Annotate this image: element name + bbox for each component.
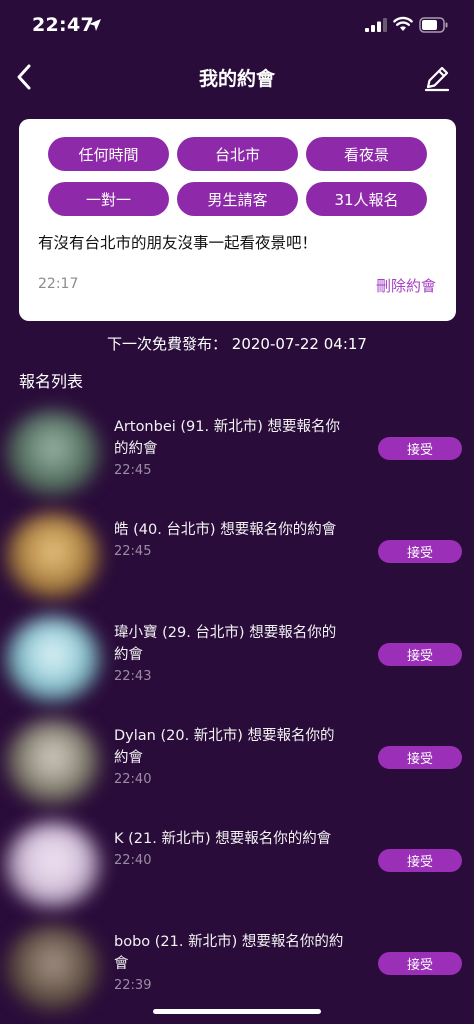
list-item: Artonbei (91. 新北市) 想要報名你 的約會 22:45 接受 — [0, 402, 474, 505]
applicant-line-1: Dylan (20. 新北市) 想要報名你的 — [114, 728, 335, 744]
applicant-line-1: Artonbei (91. 新北市) 想要報名你 — [114, 419, 340, 435]
page-title: 我的約會 — [198, 68, 275, 90]
applicant-line-2: 的約會 — [114, 441, 158, 457]
accept-button[interactable]: 接受 — [378, 643, 462, 666]
status-time: 22:47 — [32, 14, 94, 36]
wifi-icon — [393, 16, 413, 31]
avatar[interactable] — [6, 719, 100, 805]
accept-button[interactable]: 接受 — [378, 952, 462, 975]
avatar[interactable] — [6, 410, 100, 496]
list-item: 瑋小寶 (29. 台北市) 想要報名你的 約會 22:43 接受 — [0, 608, 474, 711]
tag-city: 台北市 — [177, 137, 298, 171]
list-item: 皓 (40. 台北市) 想要報名你的約會 22:45 接受 — [0, 505, 474, 608]
date-card: 任何時間 台北市 看夜景 一對一 男生請客 31人報名 有沒有台北市的朋友沒事一… — [19, 119, 456, 321]
list-item: K (21. 新北市) 想要報名你的約會 22:40 接受 — [0, 814, 474, 917]
avatar[interactable] — [6, 513, 100, 599]
date-message: 有沒有台北市的朋友沒事一起看夜景吧！ — [38, 234, 318, 252]
applicant-message: 皓 (40. 台北市) 想要報名你的約會 22:45 — [114, 519, 364, 563]
applicant-time: 22:45 — [114, 463, 152, 478]
applicant-line-2: 約會 — [114, 750, 143, 766]
home-indicator[interactable] — [153, 1009, 321, 1014]
delete-date-button[interactable]: 刪除約會 — [376, 275, 436, 296]
applicant-line-2: 約會 — [114, 647, 143, 663]
applicant-message: Dylan (20. 新北市) 想要報名你的 約會 22:40 — [114, 725, 364, 791]
avatar[interactable] — [6, 925, 100, 1011]
applicant-message: K (21. 新北市) 想要報名你的約會 22:40 — [114, 828, 364, 872]
status-bar: 22:47 — [0, 0, 474, 52]
nav-bar: 我的約會 — [0, 52, 474, 102]
applicant-line-1: 皓 (40. 台北市) 想要報名你的約會 — [114, 522, 337, 538]
accept-button[interactable]: 接受 — [378, 540, 462, 563]
tag-activity: 看夜景 — [306, 137, 427, 171]
list-item: Dylan (20. 新北市) 想要報名你的 約會 22:40 接受 — [0, 711, 474, 814]
accept-button[interactable]: 接受 — [378, 849, 462, 872]
applicant-time: 22:40 — [114, 853, 152, 868]
battery-icon — [419, 17, 448, 33]
signup-list-title: 報名列表 — [19, 372, 84, 391]
list-item: bobo (21. 新北市) 想要報名你的約 會 22:39 接受 — [0, 917, 474, 1020]
tag-time: 任何時間 — [48, 137, 169, 171]
accept-button[interactable]: 接受 — [378, 746, 462, 769]
applicant-message: Artonbei (91. 新北市) 想要報名你 的約會 22:45 — [114, 416, 364, 482]
applicant-message: 瑋小寶 (29. 台北市) 想要報名你的 約會 22:43 — [114, 622, 364, 688]
tag-type: 一對一 — [48, 182, 169, 216]
tag-list: 任何時間 台北市 看夜景 一對一 男生請客 31人報名 — [48, 137, 428, 216]
applicant-line-1: K (21. 新北市) 想要報名你的約會 — [114, 831, 332, 847]
applicant-line-2: 會 — [114, 956, 129, 972]
applicant-time: 22:39 — [114, 978, 152, 993]
edit-pencil-icon[interactable] — [420, 60, 454, 94]
applicant-message: bobo (21. 新北市) 想要報名你的約 會 22:39 — [114, 931, 364, 997]
cellular-signal-icon — [365, 18, 387, 32]
applicant-time: 22:43 — [114, 669, 152, 684]
avatar[interactable] — [6, 822, 100, 908]
applicant-line-1: bobo (21. 新北市) 想要報名你的約 — [114, 934, 344, 950]
applicant-line-1: 瑋小寶 (29. 台北市) 想要報名你的 — [114, 625, 337, 641]
tag-signup-count: 31人報名 — [306, 182, 427, 216]
avatar[interactable] — [6, 616, 100, 702]
accept-button[interactable]: 接受 — [378, 437, 462, 460]
tag-payment: 男生請客 — [177, 182, 298, 216]
location-arrow-icon — [89, 19, 101, 31]
date-time: 22:17 — [38, 276, 79, 292]
next-publish-info: 下一次免費發布： 2020-07-22 04:17 — [107, 335, 367, 353]
applicant-time: 22:40 — [114, 772, 152, 787]
applicant-time: 22:45 — [114, 544, 152, 559]
